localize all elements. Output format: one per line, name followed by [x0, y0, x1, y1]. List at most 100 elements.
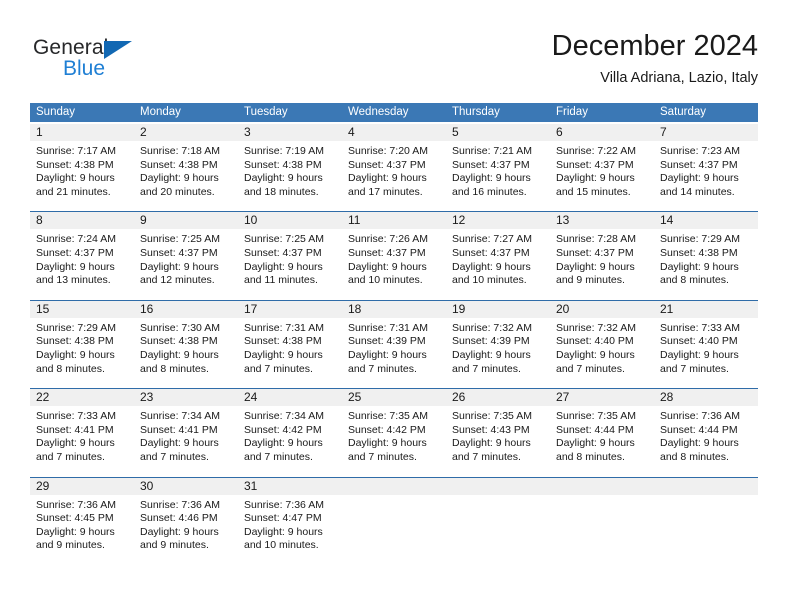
day-number: 8	[30, 212, 134, 230]
day-number: 5	[446, 124, 550, 141]
sunset-text: Sunset: 4:37 PM	[556, 158, 634, 171]
day-cell[interactable]: 10 Sunrise: 7:25 AM Sunset: 4:37 PM Dayl…	[238, 212, 342, 288]
calendar-grid: Sunday Monday Tuesday Wednesday Thursday…	[30, 103, 758, 553]
daylight-text-line2: and 16 minutes.	[452, 185, 527, 198]
daylight-text-line1: Daylight: 9 hours	[348, 437, 427, 450]
daylight-text-line1: Daylight: 9 hours	[348, 172, 427, 185]
day-info: Sunrise: 7:36 AM Sunset: 4:47 PM Dayligh…	[238, 494, 342, 553]
day-cell[interactable]: 25 Sunrise: 7:35 AM Sunset: 4:42 PM Dayl…	[342, 389, 446, 465]
sunset-text: Sunset: 4:37 PM	[660, 158, 738, 171]
daylight-text-line1: Daylight: 9 hours	[140, 172, 219, 185]
daylight-text-line1: Daylight: 9 hours	[556, 260, 635, 273]
daylight-text-line2: and 7 minutes.	[348, 362, 417, 375]
sunset-text: Sunset: 4:39 PM	[452, 335, 530, 348]
day-cell[interactable]: 13 Sunrise: 7:28 AM Sunset: 4:37 PM Dayl…	[550, 212, 654, 288]
daylight-text-line2: and 7 minutes.	[348, 450, 417, 463]
day-cell[interactable]: 16 Sunrise: 7:30 AM Sunset: 4:38 PM Dayl…	[134, 300, 238, 377]
day-info: Sunrise: 7:19 AM Sunset: 4:38 PM Dayligh…	[238, 141, 342, 200]
day-cell[interactable]: 8 Sunrise: 7:24 AM Sunset: 4:37 PM Dayli…	[30, 212, 134, 288]
weekday-header-saturday: Saturday	[660, 106, 707, 118]
day-info: Sunrise: 7:28 AM Sunset: 4:37 PM Dayligh…	[550, 229, 654, 288]
day-cell[interactable]: 26 Sunrise: 7:35 AM Sunset: 4:43 PM Dayl…	[446, 389, 550, 465]
day-number: 16	[134, 300, 238, 318]
weekday-header-wednesday: Wednesday	[348, 106, 409, 118]
daylight-text-line2: and 11 minutes.	[244, 274, 318, 287]
daylight-text-line2: and 7 minutes.	[452, 362, 521, 375]
day-info: Sunrise: 7:32 AM Sunset: 4:39 PM Dayligh…	[446, 317, 550, 377]
daylight-text-line1: Daylight: 9 hours	[244, 525, 323, 538]
day-cell[interactable]: 12 Sunrise: 7:27 AM Sunset: 4:37 PM Dayl…	[446, 212, 550, 288]
day-cell[interactable]: 3 Sunrise: 7:19 AM Sunset: 4:38 PM Dayli…	[238, 124, 342, 200]
day-cell[interactable]: 22 Sunrise: 7:33 AM Sunset: 4:41 PM Dayl…	[30, 389, 134, 465]
daylight-text-line2: and 7 minutes.	[36, 450, 105, 463]
daylight-text-line2: and 8 minutes.	[556, 450, 625, 463]
day-cell[interactable]: 21 Sunrise: 7:33 AM Sunset: 4:40 PM Dayl…	[654, 300, 758, 377]
day-number: 19	[446, 300, 550, 318]
day-cell[interactable]: 17 Sunrise: 7:31 AM Sunset: 4:38 PM Dayl…	[238, 300, 342, 377]
day-cell[interactable]: 30 Sunrise: 7:36 AM Sunset: 4:46 PM Dayl…	[134, 477, 238, 553]
day-number: 27	[550, 389, 654, 407]
day-cell[interactable]: 24 Sunrise: 7:34 AM Sunset: 4:42 PM Dayl…	[238, 389, 342, 465]
day-cell[interactable]: 1 Sunrise: 7:17 AM Sunset: 4:38 PM Dayli…	[30, 124, 134, 200]
daylight-text-line1: Daylight: 9 hours	[660, 437, 739, 450]
day-cell[interactable]: 11 Sunrise: 7:26 AM Sunset: 4:37 PM Dayl…	[342, 212, 446, 288]
day-info: Sunrise: 7:20 AM Sunset: 4:37 PM Dayligh…	[342, 141, 446, 200]
day-cell[interactable]: 28 Sunrise: 7:36 AM Sunset: 4:44 PM Dayl…	[654, 389, 758, 465]
sunset-text: Sunset: 4:42 PM	[348, 423, 426, 436]
day-cell[interactable]: 14 Sunrise: 7:29 AM Sunset: 4:38 PM Dayl…	[654, 212, 758, 288]
sunrise-text: Sunrise: 7:35 AM	[348, 410, 428, 423]
day-number: 15	[30, 300, 134, 318]
week-row: 8 Sunrise: 7:24 AM Sunset: 4:37 PM Dayli…	[30, 211, 758, 288]
sunrise-text: Sunrise: 7:33 AM	[36, 410, 116, 423]
daylight-text-line2: and 7 minutes.	[660, 362, 729, 375]
day-cell[interactable]: 19 Sunrise: 7:32 AM Sunset: 4:39 PM Dayl…	[446, 300, 550, 377]
sunrise-text: Sunrise: 7:32 AM	[452, 321, 532, 334]
day-cell[interactable]: 23 Sunrise: 7:34 AM Sunset: 4:41 PM Dayl…	[134, 389, 238, 465]
day-cell[interactable]: 6 Sunrise: 7:22 AM Sunset: 4:37 PM Dayli…	[550, 124, 654, 200]
day-number: 17	[238, 300, 342, 318]
day-number: 14	[654, 212, 758, 230]
day-cell[interactable]: 4 Sunrise: 7:20 AM Sunset: 4:37 PM Dayli…	[342, 124, 446, 200]
sunset-text: Sunset: 4:37 PM	[140, 246, 218, 259]
sunset-text: Sunset: 4:37 PM	[244, 246, 322, 259]
page-header: General Blue December 2024 Villa Adriana…	[0, 0, 792, 96]
day-number: 6	[550, 124, 654, 141]
day-info: Sunrise: 7:30 AM Sunset: 4:38 PM Dayligh…	[134, 317, 238, 377]
day-info: Sunrise: 7:31 AM Sunset: 4:39 PM Dayligh…	[342, 317, 446, 377]
day-info: Sunrise: 7:33 AM Sunset: 4:40 PM Dayligh…	[654, 317, 758, 377]
day-cell[interactable]: 20 Sunrise: 7:32 AM Sunset: 4:40 PM Dayl…	[550, 300, 654, 377]
daylight-text-line1: Daylight: 9 hours	[140, 437, 219, 450]
calendar-page: General Blue December 2024 Villa Adriana…	[0, 0, 792, 612]
daylight-text-line2: and 17 minutes.	[348, 185, 423, 198]
weekday-header-monday: Monday	[140, 106, 181, 118]
day-cell[interactable]: 2 Sunrise: 7:18 AM Sunset: 4:38 PM Dayli…	[134, 124, 238, 200]
daylight-text-line1: Daylight: 9 hours	[36, 437, 115, 450]
day-info: Sunrise: 7:29 AM Sunset: 4:38 PM Dayligh…	[654, 229, 758, 288]
day-cell[interactable]: 15 Sunrise: 7:29 AM Sunset: 4:38 PM Dayl…	[30, 300, 134, 377]
day-number: 21	[654, 300, 758, 318]
sunset-text: Sunset: 4:38 PM	[36, 158, 114, 171]
sunset-text: Sunset: 4:38 PM	[660, 246, 738, 259]
sunrise-text: Sunrise: 7:23 AM	[660, 145, 740, 157]
day-info: Sunrise: 7:36 AM Sunset: 4:46 PM Dayligh…	[134, 494, 238, 553]
day-cell[interactable]: 7 Sunrise: 7:23 AM Sunset: 4:37 PM Dayli…	[654, 124, 758, 200]
sunset-text: Sunset: 4:37 PM	[348, 246, 426, 259]
sunrise-text: Sunrise: 7:17 AM	[36, 145, 116, 157]
day-cell[interactable]: 18 Sunrise: 7:31 AM Sunset: 4:39 PM Dayl…	[342, 300, 446, 377]
day-info: Sunrise: 7:18 AM Sunset: 4:38 PM Dayligh…	[134, 141, 238, 200]
sunset-text: Sunset: 4:46 PM	[140, 512, 218, 525]
sunrise-text: Sunrise: 7:18 AM	[140, 145, 220, 157]
sunset-text: Sunset: 4:39 PM	[348, 335, 426, 348]
daylight-text-line1: Daylight: 9 hours	[244, 260, 323, 273]
logo-text-blue: Blue	[63, 57, 106, 80]
day-cell[interactable]: 9 Sunrise: 7:25 AM Sunset: 4:37 PM Dayli…	[134, 212, 238, 288]
daylight-text-line1: Daylight: 9 hours	[452, 260, 531, 273]
daylight-text-line2: and 9 minutes.	[140, 539, 209, 552]
day-cell[interactable]: 29 Sunrise: 7:36 AM Sunset: 4:45 PM Dayl…	[30, 477, 134, 553]
sunset-text: Sunset: 4:37 PM	[348, 158, 426, 171]
day-cell[interactable]: 27 Sunrise: 7:35 AM Sunset: 4:44 PM Dayl…	[550, 389, 654, 465]
sunset-text: Sunset: 4:41 PM	[140, 423, 218, 436]
sunrise-text: Sunrise: 7:22 AM	[556, 145, 636, 157]
day-cell[interactable]: 5 Sunrise: 7:21 AM Sunset: 4:37 PM Dayli…	[446, 124, 550, 200]
day-cell[interactable]: 31 Sunrise: 7:36 AM Sunset: 4:47 PM Dayl…	[238, 477, 342, 553]
